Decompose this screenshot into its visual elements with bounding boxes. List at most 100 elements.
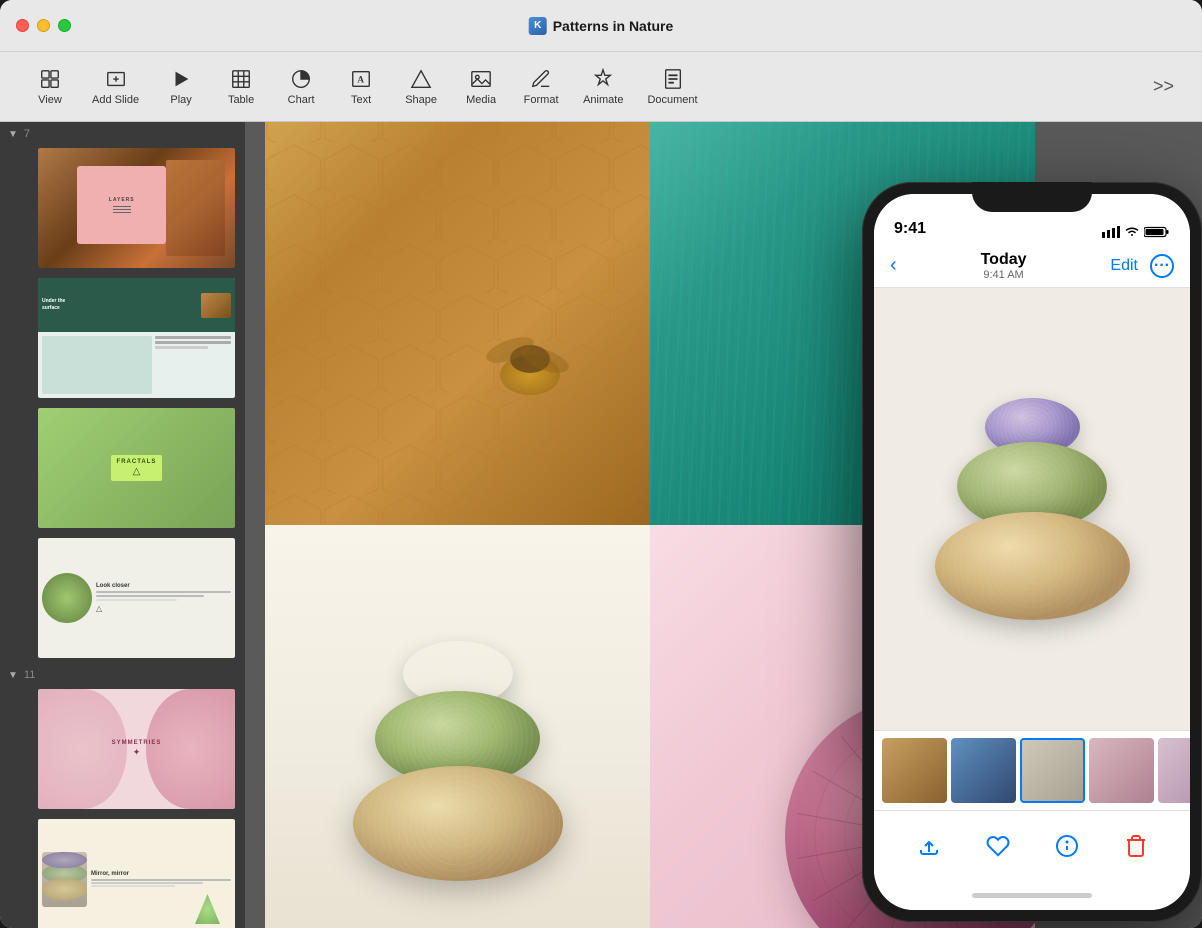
- phone-nav-bar: ‹ Today 9:41 AM Edit ···: [874, 244, 1190, 288]
- filmstrip-thumb-1[interactable]: [882, 738, 947, 803]
- maximize-button[interactable]: [58, 19, 71, 32]
- quadrant-honeycomb: [265, 122, 650, 525]
- slide-9-preview: FRACTALS △: [38, 408, 235, 528]
- phone-nav-title: Today: [897, 250, 1111, 269]
- slide-thumb-12[interactable]: Mirror, mirror: [36, 817, 237, 928]
- filmstrip-thumb-4[interactable]: [1089, 738, 1154, 803]
- phone-more-button[interactable]: ···: [1150, 254, 1174, 278]
- slide-thumb-11[interactable]: SYMMETRIES ✦: [36, 687, 237, 811]
- slide-group-11-header: ▼ 11: [0, 663, 245, 684]
- group-arrow-7: ▼: [8, 129, 18, 140]
- back-chevron-icon: ‹: [890, 254, 897, 277]
- phone-back-button[interactable]: ‹: [890, 254, 897, 277]
- document-icon: [662, 68, 684, 90]
- toolbar: View Add Slide Play Table: [0, 52, 1202, 122]
- heart-icon: [986, 834, 1010, 858]
- toolbar-animate[interactable]: Animate: [571, 62, 635, 112]
- toolbar-play[interactable]: Play: [151, 62, 211, 112]
- trash-icon: [1124, 834, 1148, 858]
- toolbar-table[interactable]: Table: [211, 62, 271, 112]
- slide-8-preview: Under thesurface: [38, 278, 235, 398]
- group-number-11: 11: [24, 669, 35, 681]
- toolbar-shape-label: Shape: [405, 94, 437, 106]
- animate-icon: [592, 68, 614, 90]
- shape-icon: [410, 68, 432, 90]
- phone-screen: 9:41: [874, 194, 1190, 910]
- phone-image-area: [874, 288, 1190, 730]
- slide-7-preview: LAYERS: [38, 148, 235, 268]
- slide-thumb-10[interactable]: Look closer △: [36, 536, 237, 660]
- filmstrip-thumb-3[interactable]: [1020, 738, 1085, 803]
- info-button[interactable]: [1055, 834, 1079, 858]
- toolbar-format-label: Format: [524, 94, 559, 106]
- phone-status-icons: [1102, 226, 1170, 238]
- share-button[interactable]: [917, 834, 941, 858]
- canvas-area: 9:41: [245, 122, 1202, 928]
- slide-11-preview: SYMMETRIES ✦: [38, 689, 235, 809]
- filmstrip-thumb-2[interactable]: [951, 738, 1016, 803]
- slide-thumb-8[interactable]: Under thesurface: [36, 276, 237, 400]
- titlebar: K Patterns in Nature: [0, 0, 1202, 52]
- favorite-button[interactable]: [986, 834, 1010, 858]
- toolbar-text-label: Text: [351, 94, 371, 106]
- phone-action-toolbar: [874, 810, 1190, 880]
- document-title: Patterns in Nature: [553, 18, 674, 34]
- group-arrow-11: ▼: [8, 670, 18, 681]
- phone-filmstrip: [874, 730, 1190, 810]
- delete-button[interactable]: [1124, 834, 1148, 858]
- home-bar: [972, 893, 1092, 898]
- toolbar-chart[interactable]: Chart: [271, 62, 331, 112]
- toolbar-document[interactable]: Document: [635, 62, 709, 112]
- toolbar-text[interactable]: A Text: [331, 62, 391, 112]
- phone-home-indicator: [874, 880, 1190, 910]
- slide-wrapper-8: 8 Under thesurface: [0, 273, 245, 403]
- slide-thumb-9[interactable]: FRACTALS △: [36, 406, 237, 530]
- slide-panel: ▼ 7 LAYERS: [0, 122, 245, 928]
- close-button[interactable]: [16, 19, 29, 32]
- toolbar-view[interactable]: View: [20, 62, 80, 112]
- slide-wrapper-12: 12 Mirror, mirror: [0, 814, 245, 928]
- toolbar-animate-label: Animate: [583, 94, 623, 106]
- slide-wrapper-10: 10 Look closer △: [0, 533, 245, 663]
- phone-nav-subtitle: 9:41 AM: [897, 269, 1111, 281]
- toolbar-play-label: Play: [170, 94, 191, 106]
- keynote-window: K Patterns in Nature View Add Slide Play: [0, 0, 1202, 928]
- toolbar-add-slide-label: Add Slide: [92, 94, 139, 106]
- app-icon: K: [529, 17, 547, 35]
- toolbar-media-label: Media: [466, 94, 496, 106]
- minimize-button[interactable]: [37, 19, 50, 32]
- share-icon: [917, 834, 941, 858]
- toolbar-add-slide[interactable]: Add Slide: [80, 62, 151, 112]
- info-icon: [1055, 834, 1079, 858]
- traffic-lights: [16, 19, 71, 32]
- slide-wrapper-7: LAYERS: [0, 143, 245, 273]
- phone-overlay: 9:41: [862, 182, 1202, 922]
- quadrant-sea-urchins: [265, 525, 650, 928]
- phone-edit-button[interactable]: Edit: [1110, 257, 1138, 275]
- toolbar-chart-label: Chart: [288, 94, 315, 106]
- toolbar-document-label: Document: [647, 94, 697, 106]
- signal-icon: [1102, 226, 1120, 238]
- toolbar-format[interactable]: Format: [511, 62, 571, 112]
- phone-nav-actions: Edit ···: [1110, 254, 1174, 278]
- group-number-7: 7: [24, 128, 30, 140]
- toolbar-table-label: Table: [228, 94, 254, 106]
- chart-icon: [290, 68, 312, 90]
- main-content: ▼ 7 LAYERS: [0, 122, 1202, 928]
- view-icon: [39, 68, 61, 90]
- phone-time: 9:41: [894, 220, 926, 238]
- toolbar-shape[interactable]: Shape: [391, 62, 451, 112]
- toolbar-view-label: View: [38, 94, 62, 106]
- text-icon: A: [350, 68, 372, 90]
- slide-10-preview: Look closer △: [38, 538, 235, 658]
- wifi-icon: [1124, 226, 1140, 238]
- toolbar-more[interactable]: >>: [1145, 70, 1182, 103]
- window-title: K Patterns in Nature: [529, 17, 674, 35]
- slide-wrapper-9: 9 FRACTALS △: [0, 403, 245, 533]
- play-icon: [170, 68, 192, 90]
- toolbar-media[interactable]: Media: [451, 62, 511, 112]
- table-icon: [230, 68, 252, 90]
- add-slide-icon: [105, 68, 127, 90]
- slide-thumb-7[interactable]: LAYERS: [36, 146, 237, 270]
- filmstrip-thumb-5[interactable]: [1158, 738, 1190, 803]
